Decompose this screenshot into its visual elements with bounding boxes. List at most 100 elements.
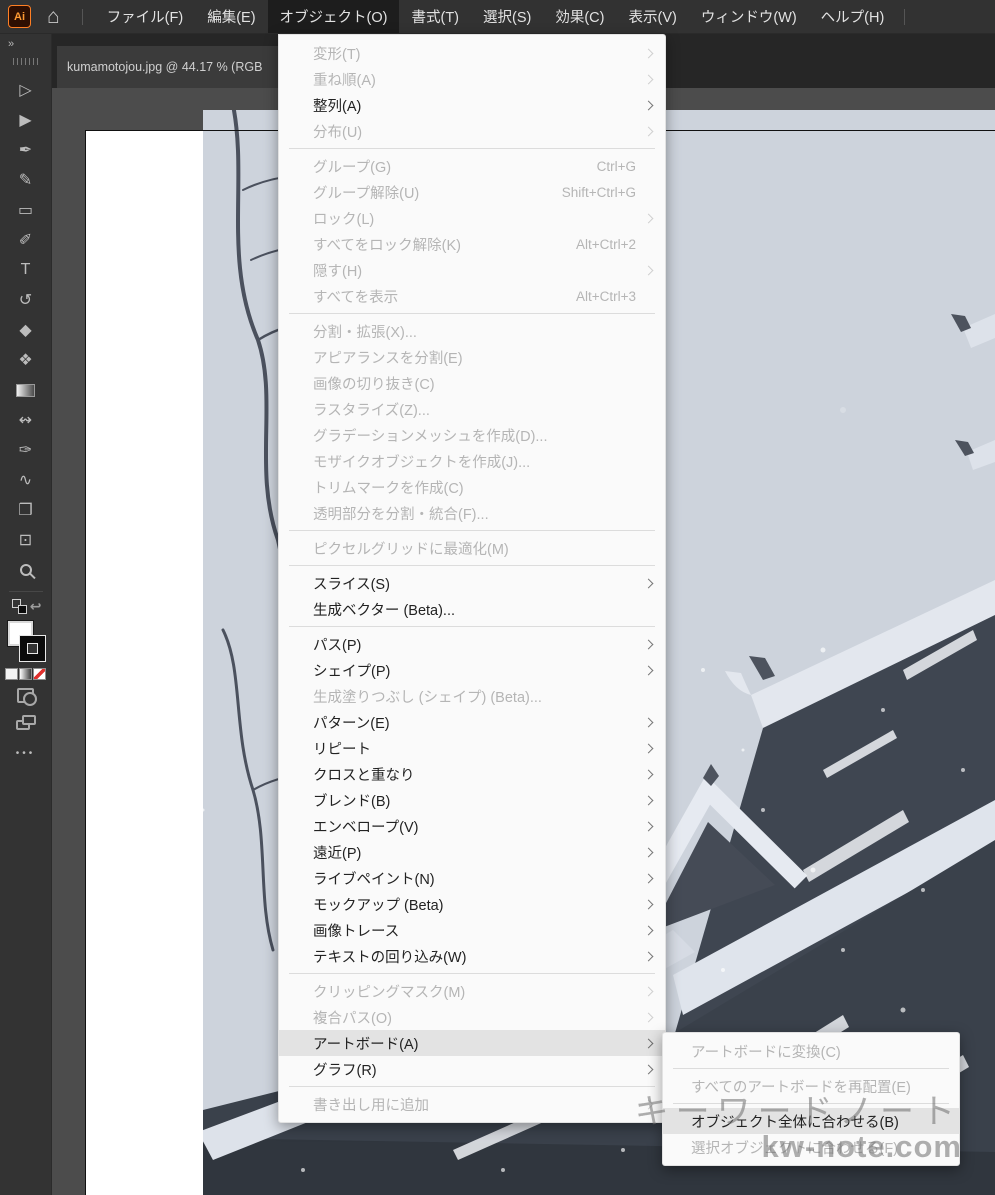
menu-item[interactable]: モザイクオブジェクトを作成(J)... xyxy=(279,448,665,474)
eraser-tool-icon[interactable]: ◆ xyxy=(6,315,46,345)
submenu-chevron-icon xyxy=(644,665,654,675)
default-fill-stroke-icon[interactable] xyxy=(12,599,27,614)
menu-item[interactable]: 透明部分を分割・統合(F)... xyxy=(279,500,665,526)
menu-item[interactable]: 重ね順(A) xyxy=(279,66,665,92)
menu-item[interactable]: 生成塗りつぶし (シェイプ) (Beta)... xyxy=(279,683,665,709)
rotate-tool-icon[interactable]: ↺ xyxy=(6,285,46,315)
menu-item[interactable]: モックアップ (Beta) xyxy=(279,891,665,917)
menubar: Ai ⌂ ファイル(F)編集(E)オブジェクト(O)書式(T)選択(S)効果(C… xyxy=(0,0,995,34)
menu-item[interactable]: シェイプ(P) xyxy=(279,657,665,683)
menubar-item[interactable]: 効果(C) xyxy=(543,0,616,33)
curvature-tool-icon[interactable]: ✎ xyxy=(6,165,46,195)
menu-item[interactable]: 生成ベクター (Beta)... xyxy=(279,596,665,622)
panel-grip-icon[interactable] xyxy=(13,58,39,65)
menu-separator xyxy=(289,973,655,974)
menu-item[interactable]: パス(P) xyxy=(279,631,665,657)
shaper-tool-icon[interactable]: ❒ xyxy=(6,495,46,525)
menu-item[interactable]: グループ(G) Ctrl+G xyxy=(279,153,665,179)
direct-selection-tool-icon[interactable]: ▶ xyxy=(6,105,46,135)
menu-separator xyxy=(289,565,655,566)
menu-item[interactable]: クロスと重なり xyxy=(279,761,665,787)
screen-mode-icon[interactable] xyxy=(16,715,36,730)
menu-item[interactable]: グラフ(R) xyxy=(279,1056,665,1082)
artboard-tool-icon[interactable]: ⊡ xyxy=(6,525,46,555)
menu-item[interactable]: 変形(T) xyxy=(279,40,665,66)
menu-item[interactable]: 複合パス(O) xyxy=(279,1004,665,1030)
menu-item[interactable]: 画像トレース xyxy=(279,917,665,943)
menubar-item[interactable]: オブジェクト(O) xyxy=(268,0,400,33)
submenu-chevron-icon xyxy=(644,986,654,996)
menu-item[interactable]: アピアランスを分割(E) xyxy=(279,344,665,370)
stroke-swatch[interactable] xyxy=(19,635,46,662)
document-tab[interactable]: kumamotojou.jpg @ 44.17 % (RGB xyxy=(57,46,280,88)
menu-item[interactable]: ロック(L) xyxy=(279,205,665,231)
menubar-items: ファイル(F)編集(E)オブジェクト(O)書式(T)選択(S)効果(C)表示(V… xyxy=(95,0,897,33)
home-icon[interactable]: ⌂ xyxy=(47,6,60,27)
selection-tool-icon[interactable]: ▷ xyxy=(6,75,46,105)
pen-tool-icon[interactable]: ✒ xyxy=(6,135,46,165)
menubar-item[interactable]: 表示(V) xyxy=(616,0,688,33)
menu-item[interactable]: 書き出し用に追加 xyxy=(279,1091,665,1117)
menu-item[interactable]: すべてを表示 Alt+Ctrl+3 xyxy=(279,283,665,309)
menu-item[interactable]: オブジェクト全体に合わせる(B) xyxy=(663,1108,959,1134)
menubar-item[interactable]: 選択(S) xyxy=(471,0,543,33)
menu-item[interactable]: アートボード(A) xyxy=(279,1030,665,1056)
type-tool-icon[interactable]: T xyxy=(6,255,46,285)
menu-item[interactable]: アートボードに変換(C) xyxy=(663,1038,959,1064)
gradient-swatch[interactable] xyxy=(19,668,32,680)
menu-separator xyxy=(289,1086,655,1087)
menu-item[interactable]: ピクセルグリッドに最適化(M) xyxy=(279,535,665,561)
submenu-chevron-icon xyxy=(644,743,654,753)
edit-toolbar-icon[interactable]: ••• xyxy=(16,748,36,759)
blob-brush-tool-icon[interactable]: ∿ xyxy=(6,465,46,495)
menu-item[interactable]: 画像の切り抜き(C) xyxy=(279,370,665,396)
menu-item[interactable]: テキストの回り込み(W) xyxy=(279,943,665,969)
width-tool-icon[interactable]: ↭ xyxy=(6,405,46,435)
shape-builder-tool-icon[interactable]: ❖ xyxy=(6,345,46,375)
toolbar-divider xyxy=(9,591,43,592)
color-swatch[interactable] xyxy=(5,668,18,680)
collapse-panel-icon[interactable]: » xyxy=(8,38,15,50)
menu-item[interactable]: クリッピングマスク(M) xyxy=(279,978,665,1004)
menu-item[interactable]: 遠近(P) xyxy=(279,839,665,865)
drawing-mode-icon[interactable] xyxy=(17,688,34,703)
swap-fill-stroke-icon[interactable]: ↩ xyxy=(30,598,42,615)
zoom-tool-icon[interactable] xyxy=(6,555,46,585)
menu-item[interactable]: ブレンド(B) xyxy=(279,787,665,813)
menu-item[interactable]: 隠す(H) xyxy=(279,257,665,283)
gradient-tool-icon[interactable] xyxy=(6,375,46,405)
menu-separator xyxy=(289,313,655,314)
menu-item[interactable]: グラデーションメッシュを作成(D)... xyxy=(279,422,665,448)
menu-item[interactable]: ラスタライズ(Z)... xyxy=(279,396,665,422)
menubar-item[interactable]: 書式(T) xyxy=(399,0,471,33)
illustrator-logo-icon[interactable]: Ai xyxy=(8,5,31,28)
eyedropper-tool-icon[interactable]: ✑ xyxy=(6,435,46,465)
menubar-item[interactable]: 編集(E) xyxy=(195,0,267,33)
menu-item[interactable]: エンベロープ(V) xyxy=(279,813,665,839)
menubar-item[interactable]: ウィンドウ(W) xyxy=(689,0,809,33)
submenu-chevron-icon xyxy=(644,213,654,223)
menu-item[interactable]: リピート xyxy=(279,735,665,761)
rectangle-tool-icon[interactable]: ▭ xyxy=(6,195,46,225)
tool-list: ▷▶✒✎▭✐T↺◆❖ ↭✑∿❒⊡ xyxy=(6,75,46,585)
tools-panel: » ▷▶✒✎▭✐T↺◆❖ ↭✑∿❒⊡ ↩ ••• xyxy=(0,34,52,1195)
menu-item[interactable]: グループ解除(U) Shift+Ctrl+G xyxy=(279,179,665,205)
menu-item[interactable]: すべてのアートボードを再配置(E) xyxy=(663,1073,959,1099)
menu-item[interactable]: すべてをロック解除(K) Alt+Ctrl+2 xyxy=(279,231,665,257)
submenu-chevron-icon xyxy=(644,873,654,883)
menu-item[interactable]: トリムマークを作成(C) xyxy=(279,474,665,500)
menu-item[interactable]: ライブペイント(N) xyxy=(279,865,665,891)
menu-item[interactable]: スライス(S) xyxy=(279,570,665,596)
submenu-chevron-icon xyxy=(644,1038,654,1048)
menu-item[interactable]: 選択オブジェクトに合わせる(F) xyxy=(663,1134,959,1160)
menu-item[interactable]: 分布(U) xyxy=(279,118,665,144)
menubar-item[interactable]: ファイル(F) xyxy=(95,0,196,33)
menu-item[interactable]: パターン(E) xyxy=(279,709,665,735)
menu-item[interactable]: 整列(A) xyxy=(279,92,665,118)
submenu-chevron-icon xyxy=(644,951,654,961)
none-swatch[interactable] xyxy=(33,668,46,680)
menu-item[interactable]: 分割・拡張(X)... xyxy=(279,318,665,344)
menubar-divider xyxy=(82,9,83,25)
menubar-item[interactable]: ヘルプ(H) xyxy=(809,0,897,33)
paintbrush-tool-icon[interactable]: ✐ xyxy=(6,225,46,255)
